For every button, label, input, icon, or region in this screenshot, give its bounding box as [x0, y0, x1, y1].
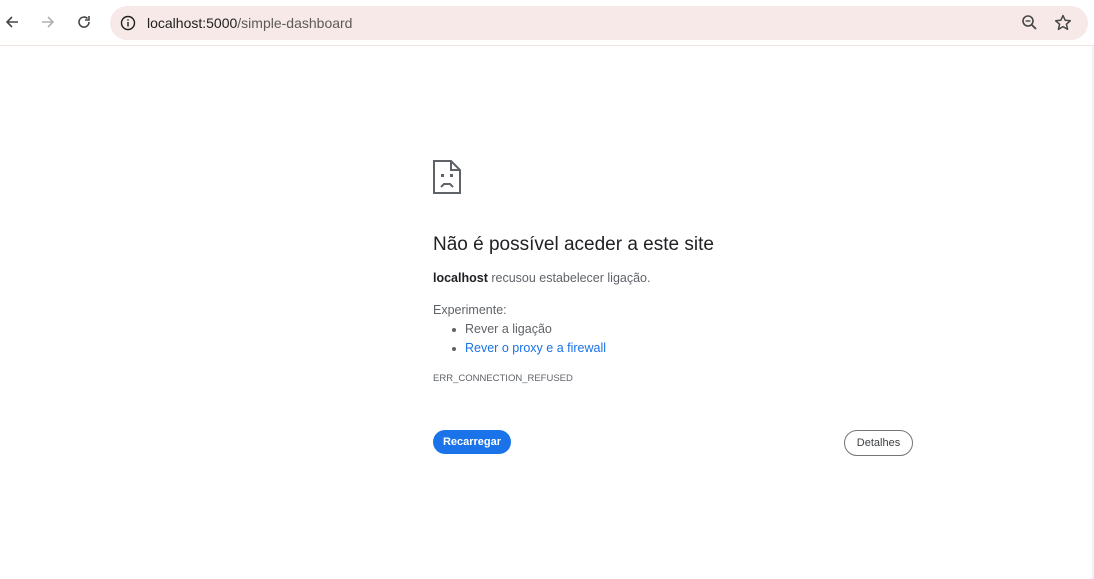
info-icon[interactable]	[119, 14, 137, 32]
suggestion-item: Rever a ligação	[433, 320, 606, 339]
url-host: localhost:5000	[147, 15, 238, 31]
star-icon[interactable]	[1053, 13, 1073, 33]
suggestion-check-connection: Rever a ligação	[465, 322, 552, 336]
error-code: ERR_CONNECTION_REFUSED	[433, 373, 573, 384]
sad-page-icon	[433, 160, 461, 194]
error-message: recusou estabelecer ligação.	[487, 271, 651, 285]
forward-button[interactable]	[33, 7, 63, 37]
reload-page-button[interactable]: Recarregar	[433, 430, 511, 454]
zoom-icon[interactable]	[1020, 13, 1040, 33]
error-title: Não é possível aceder a este site	[433, 234, 714, 255]
details-button[interactable]: Detalhes	[844, 430, 913, 456]
suggestion-item: Rever o proxy e a firewall	[433, 339, 606, 358]
address-bar[interactable]: localhost:5000/simple-dashboard	[110, 6, 1088, 40]
arrow-right-icon	[42, 16, 55, 28]
reload-button[interactable]	[69, 7, 99, 37]
browser-toolbar: localhost:5000/simple-dashboard	[0, 0, 1094, 46]
url-text[interactable]: localhost:5000/simple-dashboard	[147, 15, 352, 31]
reload-icon	[78, 16, 90, 28]
back-button[interactable]	[0, 7, 27, 37]
suggestion-check-proxy-link[interactable]: Rever o proxy e a firewall	[465, 341, 606, 355]
arrow-left-icon	[5, 16, 18, 28]
suggestions-label: Experimente:	[433, 303, 507, 317]
error-host: localhost	[433, 271, 488, 285]
suggestions-list: Rever a ligação Rever o proxy e a firewa…	[433, 320, 606, 358]
url-path: /simple-dashboard	[237, 15, 353, 31]
error-description: localhost recusou estabelecer ligação.	[433, 271, 650, 285]
